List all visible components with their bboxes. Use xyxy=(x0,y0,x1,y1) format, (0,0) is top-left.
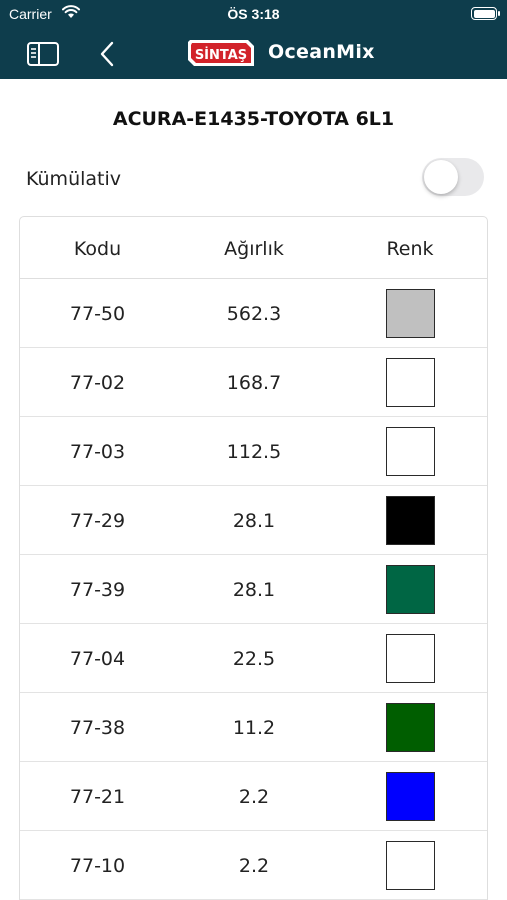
header-color: Renk xyxy=(386,238,434,260)
color-swatch xyxy=(386,427,435,476)
sidebar-icon[interactable] xyxy=(26,40,60,68)
table-row[interactable]: 77-10 2.2 xyxy=(20,831,487,900)
row-weight: 28.1 xyxy=(232,579,276,601)
sintas-logo: SİNTAŞ xyxy=(188,40,254,66)
color-swatch xyxy=(386,565,435,614)
row-code: 77-38 xyxy=(69,717,126,739)
row-weight: 168.7 xyxy=(226,372,282,394)
table-row[interactable]: 77-29 28.1 xyxy=(20,486,487,555)
status-bar: Carrier ÖS 3:18 xyxy=(0,0,507,28)
status-time: ÖS 3:18 xyxy=(227,6,280,22)
row-weight: 2.2 xyxy=(238,786,270,808)
row-code: 77-21 xyxy=(69,786,126,808)
row-weight: 112.5 xyxy=(226,441,282,463)
row-code: 77-02 xyxy=(69,372,126,394)
row-code: 77-03 xyxy=(69,441,126,463)
color-swatch xyxy=(386,703,435,752)
table-row[interactable]: 77-03 112.5 xyxy=(20,417,487,486)
table-row[interactable]: 77-50 562.3 xyxy=(20,279,487,348)
row-weight: 2.2 xyxy=(238,855,270,877)
row-weight: 562.3 xyxy=(226,303,282,325)
row-code: 77-39 xyxy=(69,579,126,601)
table-header: Kodu Ağırlık Renk xyxy=(20,217,487,279)
color-swatch xyxy=(386,634,435,683)
color-swatch xyxy=(386,358,435,407)
oceanmix-logo-text: OceanMix xyxy=(268,41,375,63)
toggle-knob xyxy=(424,160,458,194)
cumulative-toggle[interactable] xyxy=(422,158,484,196)
table-row[interactable]: 77-21 2.2 xyxy=(20,762,487,831)
back-button[interactable] xyxy=(96,40,120,68)
row-code: 77-10 xyxy=(69,855,126,877)
table-row[interactable]: 77-02 168.7 xyxy=(20,348,487,417)
svg-text:SİNTAŞ: SİNTAŞ xyxy=(195,47,247,63)
row-weight: 22.5 xyxy=(232,648,276,670)
cumulative-label: Kümülativ xyxy=(26,168,121,190)
table-row[interactable]: 77-39 28.1 xyxy=(20,555,487,624)
table-row[interactable]: 77-38 11.2 xyxy=(20,693,487,762)
battery-icon xyxy=(471,7,500,20)
row-weight: 11.2 xyxy=(232,717,276,739)
row-code: 77-50 xyxy=(69,303,126,325)
header-weight: Ağırlık xyxy=(224,238,284,260)
row-code: 77-29 xyxy=(69,510,126,532)
color-swatch xyxy=(386,289,435,338)
formula-table: Kodu Ağırlık Renk 77-50 562.3 77-02 168.… xyxy=(19,216,488,900)
table-row[interactable]: 77-04 22.5 xyxy=(20,624,487,693)
color-swatch xyxy=(386,496,435,545)
navigation-bar: SİNTAŞ OceanMix xyxy=(0,28,507,79)
color-swatch xyxy=(386,772,435,821)
row-code: 77-04 xyxy=(69,648,126,670)
header-code: Kodu xyxy=(73,238,122,260)
row-weight: 28.1 xyxy=(232,510,276,532)
page-title: ACURA-E1435-TOYOTA 6L1 xyxy=(112,108,395,130)
color-swatch xyxy=(386,841,435,890)
